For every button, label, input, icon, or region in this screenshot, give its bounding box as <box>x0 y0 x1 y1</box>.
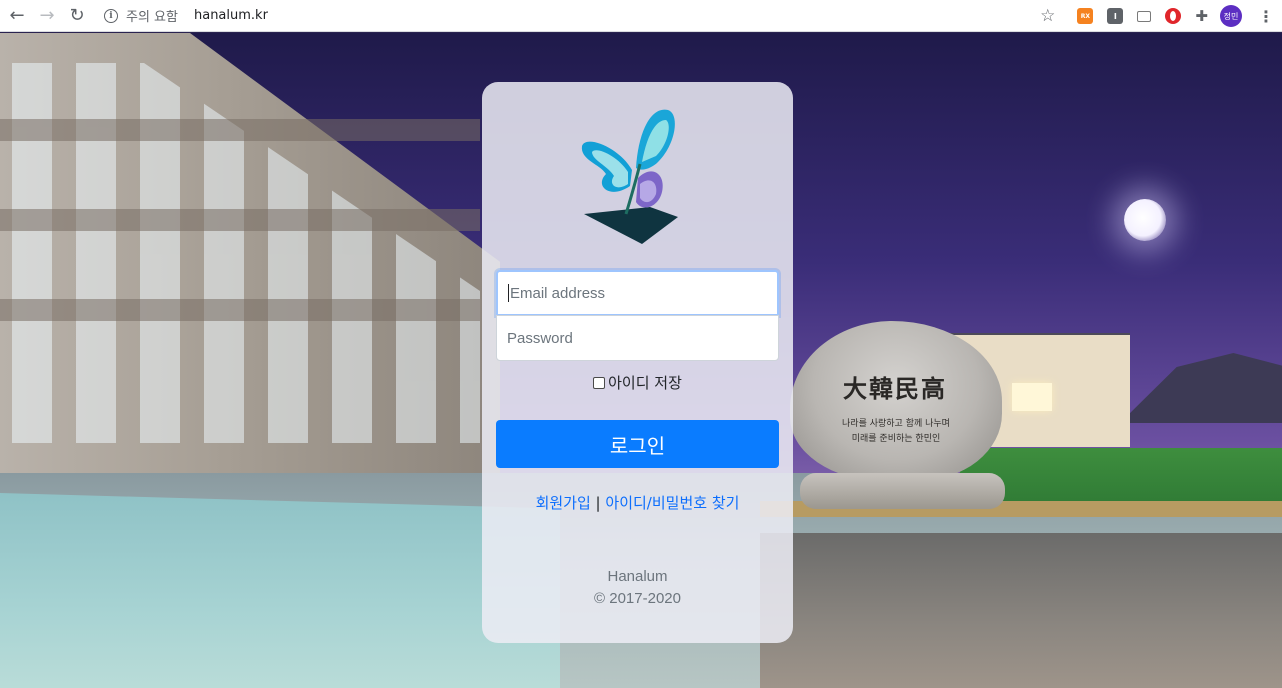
extension-opera-icon[interactable] <box>1165 8 1182 24</box>
stone-motto-line-2: 미래를 준비하는 한민인 <box>851 434 941 444</box>
address-bar[interactable]: i 주의 요함 hanalum.kr <box>98 3 1008 29</box>
floor-band <box>0 299 480 321</box>
extension-screen-icon[interactable] <box>1137 10 1152 22</box>
moon <box>1124 199 1166 241</box>
stone-motto-line-1: 나라를 사랑하고 함께 나누며 <box>842 419 950 429</box>
forward-icon[interactable]: → <box>34 3 60 29</box>
back-icon[interactable]: ← <box>4 3 30 29</box>
remember-id-row: 아이디 저장 <box>482 372 793 393</box>
remember-id-checkbox[interactable] <box>593 376 606 389</box>
card-footer: Hanalum © 2017-2020 <box>482 566 793 610</box>
footer-copyright: © 2017-2020 <box>594 590 681 607</box>
extension-rx-icon[interactable]: RX <box>1077 8 1094 24</box>
butterfly-logo <box>581 109 678 244</box>
profile-avatar[interactable]: 정민 <box>1220 5 1242 27</box>
reload-icon[interactable]: ↻ <box>64 3 90 29</box>
stone-title: 大韓民高 <box>843 374 947 403</box>
far-building-window <box>1012 383 1052 411</box>
floor-band <box>0 119 480 141</box>
password-input[interactable]: Password <box>496 315 779 361</box>
plaza-right <box>760 533 1282 688</box>
find-account-link[interactable]: 아이디/비밀번호 찾기 <box>605 494 739 512</box>
security-status[interactable]: 주의 요함 <box>126 6 178 25</box>
remember-id-label[interactable]: 아이디 저장 <box>608 372 682 393</box>
extension-info-icon[interactable]: I <box>1107 8 1124 24</box>
stone-base <box>800 473 1005 509</box>
browser-menu-icon[interactable]: ⋮ <box>1258 7 1274 26</box>
account-links: 회원가입 | 아이디/비밀번호 찾기 <box>482 492 793 513</box>
password-placeholder: Password <box>507 329 573 347</box>
signup-link[interactable]: 회원가입 <box>536 494 591 512</box>
plaza-left <box>0 493 560 688</box>
footer-site-name: Hanalum <box>607 568 668 585</box>
login-card: Email address Password 아이디 저장 로그인 회원가입 |… <box>482 82 793 643</box>
floor-band <box>0 209 480 231</box>
link-separator: | <box>595 494 601 512</box>
email-input[interactable]: Email address <box>496 270 779 316</box>
browser-toolbar: ← → ↻ i 주의 요함 hanalum.kr ☆ RX I ✚ 정민 ⋮ <box>0 0 1282 32</box>
lawn <box>960 448 1282 508</box>
bookmark-star-icon[interactable]: ☆ <box>1040 6 1055 26</box>
login-button[interactable]: 로그인 <box>496 420 779 468</box>
url-text[interactable]: hanalum.kr <box>194 8 268 23</box>
email-placeholder: Email address <box>510 284 606 302</box>
info-icon[interactable]: i <box>104 8 118 23</box>
extensions-puzzle-icon[interactable]: ✚ <box>1195 7 1208 25</box>
text-caret <box>508 284 509 302</box>
